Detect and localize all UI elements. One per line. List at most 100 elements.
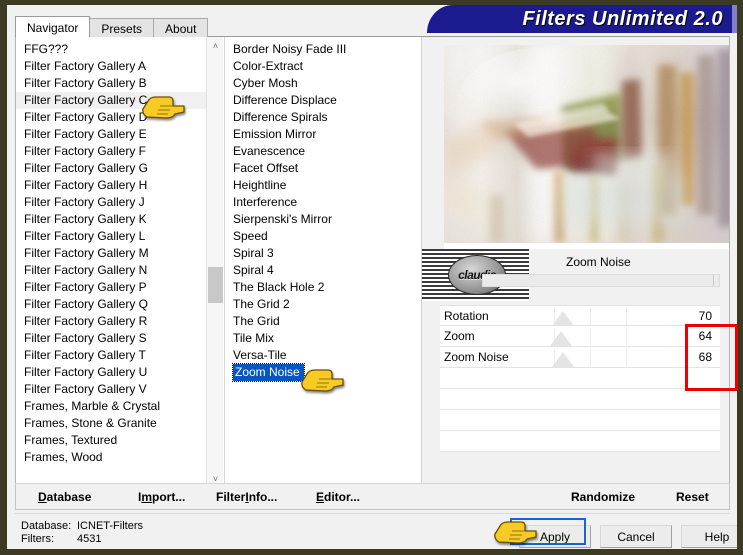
- filter-list-item[interactable]: Emission Mirror: [225, 126, 420, 143]
- filter-list-item[interactable]: The Grid 2: [225, 296, 420, 313]
- category-list-item[interactable]: Filter Factory Gallery S: [16, 330, 223, 347]
- slider-row[interactable]: Zoom Noise 68: [440, 347, 720, 368]
- status-filters-value: 4531: [77, 533, 102, 545]
- category-list-item[interactable]: Filter Factory Gallery A: [16, 58, 223, 75]
- category-list-item[interactable]: Filter Factory Gallery D: [16, 109, 223, 126]
- category-list-item[interactable]: Frames, Marble & Crystal: [16, 398, 223, 415]
- category-list-item[interactable]: Filter Factory Gallery J: [16, 194, 223, 211]
- filter-list-item[interactable]: Difference Displace: [225, 92, 420, 109]
- category-list-item[interactable]: Filter Factory Gallery N: [16, 262, 223, 279]
- scroll-up-icon[interactable]: ˄: [207, 37, 223, 54]
- tab-presets-label: Presets: [101, 21, 143, 36]
- category-list-panel[interactable]: FFG??? Filter Factory Gallery A Filter Fac…: [16, 37, 223, 487]
- filter-list-item[interactable]: Sierpenski's Mirror: [225, 211, 420, 228]
- category-list-item[interactable]: Filter Factory Gallery B: [16, 75, 223, 92]
- randomize-button[interactable]: Randomize: [571, 484, 635, 509]
- tab-navigator[interactable]: Navigator: [15, 16, 91, 37]
- slider-handle[interactable]: [551, 352, 574, 367]
- slider-label: Zoom Noise: [444, 350, 509, 364]
- filter-list-item[interactable]: Border Noisy Fade III: [225, 41, 420, 58]
- filter-list-item[interactable]: Tile Mix: [225, 330, 420, 347]
- slider-track[interactable]: [518, 326, 662, 346]
- filter-list-item[interactable]: Cyber Mosh: [225, 75, 420, 92]
- category-list-item[interactable]: Filter Factory Gallery R: [16, 313, 223, 330]
- category-list-item[interactable]: Filter Factory Gallery V: [16, 381, 223, 398]
- preview-and-parameters-panel: claudia Zoom Noise Rotation 70 Zoom 64 Zoom …: [421, 37, 729, 487]
- filter-list-item-selected[interactable]: Zoom Noise: [232, 363, 305, 382]
- hscrollbar-thumb[interactable]: [483, 275, 715, 286]
- database-button-accel: D: [38, 489, 47, 504]
- filter-list-item[interactable]: Difference Spirals: [225, 109, 420, 126]
- filter-list-item[interactable]: Speed: [225, 228, 420, 245]
- slider-tick: [590, 349, 591, 366]
- empty-row: [440, 431, 720, 452]
- category-list-item[interactable]: Filter Factory Gallery H: [16, 177, 223, 194]
- slider-tick: [626, 308, 627, 325]
- category-list-item[interactable]: Filter Factory Gallery E: [16, 126, 223, 143]
- filter-list-row[interactable]: Zoom Noise: [225, 363, 420, 382]
- cancel-button[interactable]: Cancel: [600, 525, 672, 548]
- help-button[interactable]: Help: [681, 525, 737, 548]
- title-banner-edge: [732, 5, 737, 33]
- category-list[interactable]: FFG??? Filter Factory Gallery A Filter Fac…: [16, 37, 223, 466]
- slider-value: 68: [698, 350, 712, 364]
- filter-list-item[interactable]: The Grid: [225, 313, 420, 330]
- import-button-accel: m: [141, 489, 153, 504]
- filter-info-button-pre: Filter: [216, 489, 246, 504]
- tab-navigator-label: Navigator: [27, 20, 79, 35]
- category-scrollbar[interactable]: ˄ ˅: [206, 37, 223, 487]
- category-list-item[interactable]: Frames, Wood: [16, 449, 223, 466]
- apply-button[interactable]: Apply: [519, 525, 591, 548]
- category-list-item[interactable]: Filter Factory Gallery K: [16, 211, 223, 228]
- category-list-item[interactable]: Filter Factory Gallery P: [16, 279, 223, 296]
- category-list-item[interactable]: Frames, Stone & Granite: [16, 415, 223, 432]
- parameter-sliders: Rotation 70 Zoom 64 Zoom Noise 68: [440, 305, 720, 368]
- filter-list-item[interactable]: Interference: [225, 194, 420, 211]
- tab-presets[interactable]: Presets: [89, 18, 155, 37]
- app-title: Filters Unlimited 2.0: [522, 7, 723, 30]
- category-list-item[interactable]: Filter Factory Gallery M: [16, 245, 223, 262]
- selected-filter-title-row: Zoom Noise: [529, 250, 720, 274]
- scrollbar-thumb[interactable]: [208, 267, 223, 303]
- filter-list-item[interactable]: Evanescence: [225, 143, 420, 160]
- slider-row[interactable]: Rotation 70: [440, 305, 720, 326]
- empty-row: [440, 389, 720, 410]
- category-list-item[interactable]: Filter Factory Gallery T: [16, 347, 223, 364]
- slider-label: Rotation: [444, 309, 489, 323]
- import-button[interactable]: Im port...: [138, 484, 185, 509]
- filter-list-item[interactable]: Color-Extract: [225, 58, 420, 75]
- filter-list-panel[interactable]: Border Noisy Fade III Color-Extract Cyber …: [224, 37, 420, 487]
- slider-handle[interactable]: [551, 311, 574, 326]
- preview-container: [444, 45, 729, 249]
- reset-button[interactable]: Reset: [676, 484, 709, 509]
- filter-list-item[interactable]: Heightline: [225, 177, 420, 194]
- filter-list-item[interactable]: Spiral 4: [225, 262, 420, 279]
- slider-row[interactable]: Zoom 64: [440, 326, 720, 347]
- filter-list-item[interactable]: Versa-Tile: [225, 347, 420, 364]
- filter-info-button[interactable]: Filter Info...: [216, 484, 277, 509]
- category-list-item[interactable]: Filter Factory Gallery U: [16, 364, 223, 381]
- filter-list[interactable]: Border Noisy Fade III Color-Extract Cyber …: [225, 37, 420, 382]
- selected-filter-title: Zoom Noise: [566, 255, 631, 269]
- status-database: Database: ICNET-Filters: [21, 520, 143, 532]
- category-list-item[interactable]: Filter Factory Gallery F: [16, 143, 223, 160]
- category-list-item[interactable]: Filter Factory Gallery G: [16, 160, 223, 177]
- category-list-item[interactable]: FFG???: [16, 41, 223, 58]
- editor-button[interactable]: Editor...: [316, 484, 360, 509]
- database-button[interactable]: Database: [38, 484, 91, 509]
- slider-track[interactable]: [518, 347, 662, 367]
- filter-list-item[interactable]: Facet Offset: [225, 160, 420, 177]
- filter-list-item[interactable]: Spiral 3: [225, 245, 420, 262]
- parameter-horizontal-scrollbar[interactable]: [482, 274, 720, 287]
- filter-list-item[interactable]: The Black Hole 2: [225, 279, 420, 296]
- category-list-item[interactable]: Filter Factory Gallery Q: [16, 296, 223, 313]
- category-list-item[interactable]: Filter Factory Gallery C: [16, 92, 223, 109]
- slider-track[interactable]: [518, 306, 662, 326]
- filter-preview-image[interactable]: [444, 45, 729, 243]
- tab-about[interactable]: About: [153, 18, 209, 37]
- status-filters-key: Filters:: [21, 533, 54, 545]
- category-list-item[interactable]: Filter Factory Gallery L: [16, 228, 223, 245]
- slider-handle[interactable]: [550, 331, 573, 346]
- status-filters: Filters: 4531: [21, 533, 101, 545]
- category-list-item[interactable]: Frames, Textured: [16, 432, 223, 449]
